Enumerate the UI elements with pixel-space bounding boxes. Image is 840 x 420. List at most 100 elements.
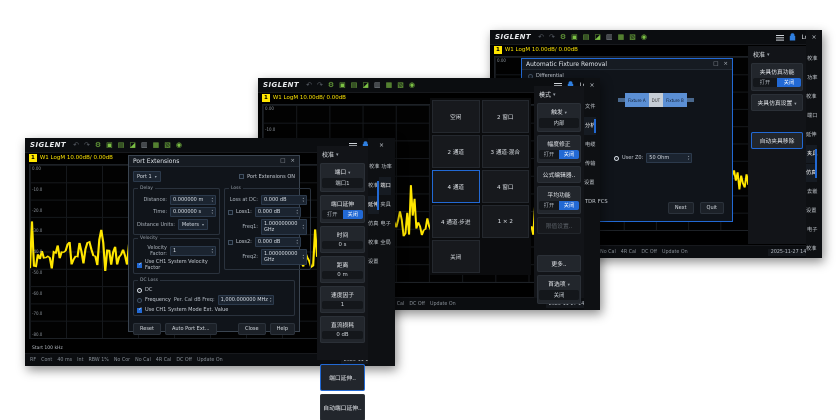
distance-value[interactable]: 0 m bbox=[322, 271, 363, 279]
undo-icon[interactable]: ↶ bbox=[73, 142, 79, 149]
camera-icon[interactable]: ◉ bbox=[641, 34, 647, 41]
recall-icon[interactable]: ▤ bbox=[118, 142, 125, 149]
port-ext-toggle-item[interactable]: 端口延伸 打开 关闭 bbox=[320, 195, 365, 223]
velocity-factor-input[interactable]: 1▴▾ bbox=[170, 246, 216, 256]
print-icon[interactable]: ▧ bbox=[629, 34, 636, 41]
freq2-input[interactable]: 1.000000000 GHz▴▾ bbox=[261, 249, 307, 265]
screenshot-icon[interactable]: ▣ bbox=[106, 142, 113, 149]
camera-icon[interactable]: ◉ bbox=[176, 142, 182, 149]
port-extensions-on-checkbox[interactable]: Port Extensions ON bbox=[239, 174, 295, 180]
layout-option[interactable]: 3 通道·混合 bbox=[482, 135, 530, 168]
redo-icon[interactable]: ↷ bbox=[84, 142, 90, 149]
port-select-item[interactable]: 端口▾ 端口1 bbox=[320, 163, 365, 192]
user-icon[interactable]: ▥ bbox=[141, 142, 148, 149]
softkey[interactable]: 功率校准 bbox=[806, 69, 817, 106]
softkey[interactable]: 传输设置 bbox=[584, 155, 595, 192]
camera-icon[interactable]: ◉ bbox=[409, 82, 415, 89]
layout-option[interactable]: 关闭 bbox=[432, 240, 480, 273]
layout-option[interactable]: 空闲 bbox=[432, 100, 480, 133]
close-icon[interactable]: × bbox=[584, 80, 600, 93]
loss1-checkbox[interactable]: Loss1: bbox=[228, 209, 252, 215]
softkey[interactable]: 校准 bbox=[806, 50, 818, 68]
preset-icon[interactable]: ⚙ bbox=[95, 142, 101, 149]
z0-input[interactable]: 50 Ohm▴▾ bbox=[646, 153, 692, 163]
auto-fixture-removal-button[interactable]: 自动夹具移除 bbox=[751, 132, 803, 149]
use-system-mode-checkbox[interactable]: Use CH1 System Mode Ext. Value bbox=[137, 307, 291, 313]
layout-option[interactable]: 4 通道 bbox=[432, 170, 480, 203]
loss2-input[interactable]: 0.000 dB▴▾ bbox=[255, 237, 301, 247]
port-select[interactable]: Port 1▾ bbox=[133, 171, 161, 182]
use-system-velocity-checkbox[interactable]: Use CH1 System Velocity Factor bbox=[137, 259, 216, 271]
fixture-b-block[interactable]: Fixture B bbox=[663, 93, 687, 107]
freq1-input[interactable]: 1.000000000 GHz▴▾ bbox=[261, 219, 307, 235]
save-icon[interactable]: ▦ bbox=[618, 34, 625, 41]
fixture-a-block[interactable]: Fixture A bbox=[625, 93, 649, 107]
help-button[interactable]: Help bbox=[270, 323, 295, 335]
recall-icon[interactable]: ▤ bbox=[351, 82, 358, 89]
softkey[interactable]: 夹具仿真 bbox=[806, 145, 817, 182]
preferences-value[interactable]: 关闭 bbox=[539, 290, 579, 300]
redo-icon[interactable]: ↷ bbox=[549, 34, 555, 41]
layout-option[interactable]: 4 窗口 bbox=[482, 170, 530, 203]
save-icon[interactable]: ▦ bbox=[386, 82, 393, 89]
trigger-value[interactable]: 内部 bbox=[539, 118, 579, 128]
fixture-simulator-toggle-item[interactable]: 夹具仿真功能 打开 关闭 bbox=[751, 63, 803, 91]
dc-loss-value[interactable]: 0 dB bbox=[322, 331, 363, 339]
screenshot-icon[interactable]: ▣ bbox=[571, 34, 578, 41]
quit-button[interactable]: Quit bbox=[700, 202, 724, 214]
layout-option[interactable] bbox=[482, 240, 530, 273]
close-icon[interactable]: × bbox=[368, 140, 395, 153]
user-save-icon[interactable]: ◪ bbox=[594, 34, 601, 41]
close-button[interactable]: Close bbox=[238, 323, 266, 335]
softkey[interactable]: 电缆 bbox=[584, 136, 596, 154]
reset-button[interactable]: Reset bbox=[133, 323, 161, 335]
softkey[interactable]: FCS bbox=[597, 193, 609, 211]
close-icon[interactable]: × bbox=[806, 32, 822, 45]
close-icon[interactable]: × bbox=[290, 158, 295, 164]
more-button[interactable]: 更多.. bbox=[537, 255, 581, 272]
softkey[interactable]: 分析 bbox=[584, 117, 596, 135]
layout-option[interactable]: 1 × 2 bbox=[482, 205, 530, 238]
per-cal-freq-input[interactable]: 1,000.000000 MHz▴▾ bbox=[218, 295, 275, 305]
average-toggle[interactable]: 打开 关闭 bbox=[539, 201, 579, 210]
chevron-down-icon[interactable]: ▾ bbox=[553, 92, 556, 98]
user-save-icon[interactable]: ◪ bbox=[362, 82, 369, 89]
softkey[interactable]: 去嵌设置 bbox=[806, 183, 817, 220]
distance-input[interactable]: 0.000000 m▴▾ bbox=[170, 195, 216, 205]
undo-icon[interactable]: ↶ bbox=[306, 82, 312, 89]
close-icon[interactable]: × bbox=[723, 61, 728, 67]
softkey[interactable]: 电子校准 bbox=[806, 221, 817, 258]
dc-radio[interactable] bbox=[137, 288, 142, 293]
loss1-input[interactable]: 0.000 dB▴▾ bbox=[255, 207, 301, 217]
trigger-item[interactable]: 触发▾ 内部 bbox=[537, 103, 581, 132]
time-item[interactable]: 时间 0 s bbox=[320, 226, 365, 253]
softkey[interactable]: 端口延伸 bbox=[806, 107, 817, 144]
auto-port-extension-button[interactable]: 自动端口延伸.. bbox=[320, 394, 365, 420]
chevron-down-icon[interactable]: ▾ bbox=[767, 52, 770, 58]
user-icon[interactable]: ▥ bbox=[374, 82, 381, 89]
velocity-factor-item[interactable]: 速度因子 1 bbox=[320, 286, 365, 313]
velocity-factor-value[interactable]: 1 bbox=[322, 301, 363, 309]
chevron-down-icon[interactable]: ▾ bbox=[336, 152, 339, 158]
undo-icon[interactable]: ↶ bbox=[538, 34, 544, 41]
frequency-radio[interactable] bbox=[137, 298, 142, 303]
next-button[interactable]: Next bbox=[668, 202, 694, 214]
distance-units-select[interactable]: Meters▾ bbox=[178, 219, 208, 230]
loss-at-dc-input[interactable]: 0.000 dB▴▾ bbox=[261, 195, 307, 205]
screenshot-icon[interactable]: ▣ bbox=[339, 82, 346, 89]
redo-icon[interactable]: ↷ bbox=[317, 82, 323, 89]
port-value[interactable]: 端口1 bbox=[322, 178, 363, 188]
fixture-simulator-toggle[interactable]: 打开 关闭 bbox=[753, 78, 801, 87]
restore-icon[interactable]: □ bbox=[280, 158, 285, 164]
softkey[interactable]: 校准 bbox=[368, 158, 380, 176]
print-icon[interactable]: ▧ bbox=[397, 82, 404, 89]
time-input[interactable]: 0.000000 s▴▾ bbox=[170, 207, 216, 217]
formula-editor-button[interactable]: 公式编辑器.. bbox=[537, 166, 581, 183]
preset-icon[interactable]: ⚙ bbox=[560, 34, 566, 41]
layout-option[interactable]: 2 通道 bbox=[432, 135, 480, 168]
auto-port-ext-button[interactable]: Auto Port Ext... bbox=[165, 323, 217, 335]
save-icon[interactable]: ▦ bbox=[153, 142, 160, 149]
user-save-icon[interactable]: ◪ bbox=[129, 142, 136, 149]
port-ext-toggle[interactable]: 打开 关闭 bbox=[322, 210, 363, 219]
preferences-item[interactable]: 首选项▾ 关闭 bbox=[537, 275, 581, 304]
